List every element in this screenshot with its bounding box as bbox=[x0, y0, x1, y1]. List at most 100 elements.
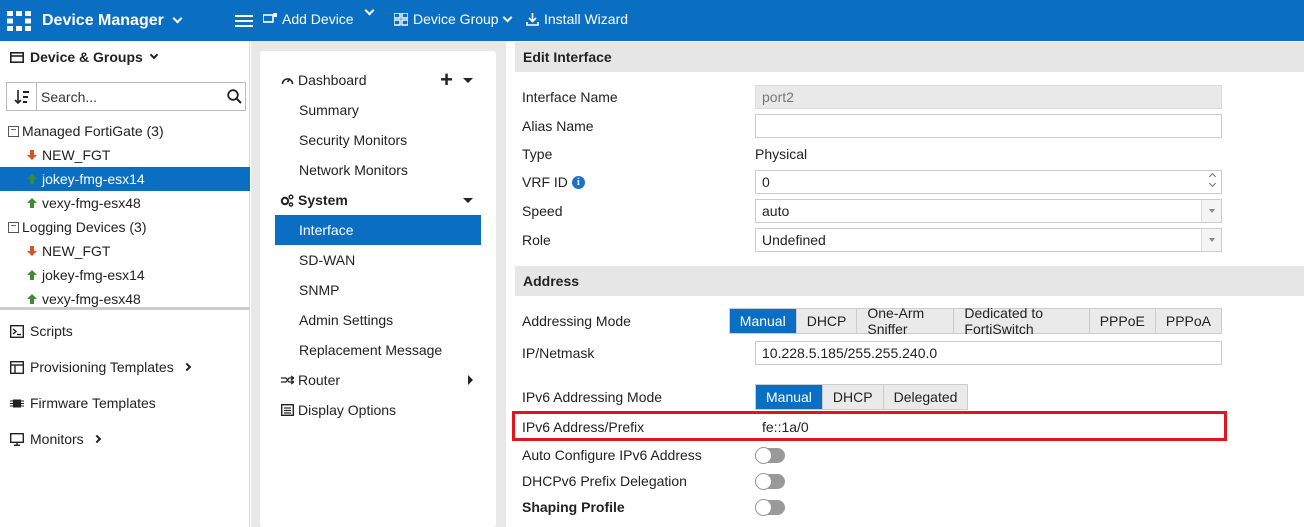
alias-name-row: Alias Name bbox=[522, 113, 1222, 139]
tree-device[interactable]: jokey-fmg-esx14 bbox=[0, 167, 250, 191]
addressing-mode-manual[interactable]: Manual bbox=[729, 309, 797, 333]
speed-label: Speed bbox=[522, 203, 563, 219]
addressing-mode-dhcp[interactable]: DHCP bbox=[796, 309, 858, 333]
menu-system[interactable]: System bbox=[275, 185, 481, 215]
ip-netmask-field[interactable]: 10.228.5.185/255.255.240.0 bbox=[755, 341, 1222, 365]
left-nav: Scripts Provisioning Templates Firmware Te… bbox=[0, 313, 250, 457]
collapse-icon[interactable]: − bbox=[8, 221, 19, 233]
search-icon[interactable] bbox=[223, 89, 245, 104]
tree-item-label: vexy-fmg-esx48 bbox=[42, 291, 141, 307]
tree-group[interactable]: − Logging Devices (3) bbox=[0, 215, 250, 239]
speed-select[interactable]: auto bbox=[755, 199, 1222, 223]
dashboard-icon bbox=[280, 74, 294, 86]
tree-item-label: Managed FortiGate (3) bbox=[22, 123, 164, 139]
panel-divider[interactable] bbox=[0, 307, 250, 310]
highlight-box bbox=[512, 411, 1227, 441]
shaping-profile-toggle[interactable] bbox=[755, 498, 785, 516]
menu-replacement-message-label: Replacement Message bbox=[299, 342, 443, 358]
add-device-dropdown[interactable] bbox=[364, 5, 375, 16]
interface-name-row: Interface Name port2 bbox=[522, 84, 1222, 110]
vrf-id-value: 0 bbox=[762, 174, 770, 190]
menu-router[interactable]: Router bbox=[275, 365, 481, 395]
edit-interface-header: Edit Interface bbox=[515, 42, 1304, 72]
menu-summary-label: Summary bbox=[299, 102, 359, 118]
addressing-mode-dedicated-to-fortiswitch[interactable]: Dedicated to FortiSwitch bbox=[954, 305, 1090, 337]
caret-down-icon[interactable] bbox=[463, 77, 473, 83]
sort-button[interactable] bbox=[7, 83, 37, 110]
ipv6-addressing-mode-row: IPv6 Addressing Mode Manual DHCP Delegated bbox=[522, 384, 1222, 410]
status-up-arrow-icon bbox=[27, 270, 37, 280]
ip-netmask-value: 10.228.5.185/255.255.240.0 bbox=[762, 345, 938, 361]
menu-admin-settings[interactable]: Admin Settings bbox=[275, 305, 481, 335]
alias-name-field[interactable] bbox=[755, 114, 1222, 138]
top-bar: Device Manager Add Device Device Group I… bbox=[0, 0, 1304, 41]
left-nav-scripts[interactable]: Scripts bbox=[0, 313, 250, 349]
tree-device[interactable]: jokey-fmg-esx14 bbox=[0, 263, 250, 287]
speed-value: auto bbox=[762, 203, 790, 219]
left-nav-provisioning-templates[interactable]: Provisioning Templates bbox=[0, 349, 250, 385]
edit-interface-title: Edit Interface bbox=[523, 49, 612, 65]
type-row: Type Physical bbox=[522, 141, 1222, 167]
menu-network-monitors[interactable]: Network Monitors bbox=[275, 155, 481, 185]
tree-device[interactable]: vexy-fmg-esx48 bbox=[0, 191, 250, 215]
dhcpv6-delegation-toggle[interactable] bbox=[755, 472, 785, 490]
info-icon[interactable]: i bbox=[571, 175, 585, 189]
ipv6-mode-dhcp[interactable]: DHCP bbox=[822, 385, 884, 409]
search-box bbox=[6, 82, 246, 111]
collapse-icon[interactable]: − bbox=[8, 125, 19, 137]
edit-interface-form: Edit Interface Interface Name port2 Alia… bbox=[507, 41, 1304, 527]
ip-netmask-label: IP/Netmask bbox=[522, 345, 595, 361]
tree-device[interactable]: NEW_FGT bbox=[0, 239, 250, 263]
chevron-down-icon bbox=[172, 13, 183, 24]
menu-summary[interactable]: Summary bbox=[275, 95, 481, 125]
tree-group[interactable]: − Managed FortiGate (3) bbox=[0, 119, 250, 143]
menu-security-monitors[interactable]: Security Monitors bbox=[275, 125, 481, 155]
menu-admin-settings-label: Admin Settings bbox=[299, 312, 394, 328]
menu-sdwan-label: SD-WAN bbox=[299, 252, 356, 268]
left-nav-firmware-templates[interactable]: Firmware Templates bbox=[0, 385, 250, 421]
left-nav-label: Scripts bbox=[30, 323, 73, 339]
role-select[interactable]: Undefined bbox=[755, 228, 1222, 252]
chevron-down-icon bbox=[149, 50, 159, 60]
menu-dashboard[interactable]: Dashboard + bbox=[275, 65, 481, 95]
left-nav-monitors[interactable]: Monitors bbox=[0, 421, 250, 457]
addressing-mode-pppoe[interactable]: PPPoE bbox=[1089, 309, 1156, 333]
menu-snmp[interactable]: SNMP bbox=[275, 275, 481, 305]
auto-ipv6-row: Auto Configure IPv6 Address bbox=[522, 442, 1222, 468]
ipv6-mode-delegated[interactable]: Delegated bbox=[883, 385, 968, 409]
addressing-mode-one-arm-sniffer[interactable]: One-Arm Sniffer bbox=[857, 305, 955, 337]
tree-item-label: NEW_FGT bbox=[42, 243, 111, 259]
add-device-label: Add Device bbox=[282, 11, 354, 27]
add-device-button[interactable]: Add Device bbox=[263, 11, 354, 27]
fortinet-logo-icon[interactable] bbox=[6, 10, 32, 32]
vrf-id-stepper[interactable]: 0 bbox=[755, 170, 1222, 194]
speed-row: Speed auto bbox=[522, 198, 1222, 224]
tree-device[interactable]: NEW_FGT bbox=[0, 143, 250, 167]
tree-item-label: vexy-fmg-esx48 bbox=[42, 195, 141, 211]
tree-item-label: jokey-fmg-esx14 bbox=[42, 267, 145, 283]
menu-display-options[interactable]: Display Options bbox=[275, 395, 481, 425]
device-tree-panel: Device & Groups −Managed FortiGate (3)NE… bbox=[0, 41, 250, 527]
addressing-mode-pppoa[interactable]: PPPoA bbox=[1155, 309, 1221, 333]
menu-interface[interactable]: Interface bbox=[275, 215, 481, 245]
ipv6-mode-manual[interactable]: Manual bbox=[756, 385, 823, 409]
install-wizard-button[interactable]: Install Wizard bbox=[526, 11, 628, 27]
add-dashboard-icon[interactable]: + bbox=[440, 69, 453, 91]
app-switcher[interactable]: Device Manager bbox=[42, 12, 183, 30]
menu-display-options-label: Display Options bbox=[298, 402, 397, 418]
menu-replacement-message[interactable]: Replacement Message bbox=[275, 335, 481, 365]
sort-icon bbox=[13, 89, 29, 104]
menu-icon[interactable] bbox=[234, 14, 253, 27]
menu-sdwan[interactable]: SD-WAN bbox=[275, 245, 481, 275]
ip-netmask-row: IP/Netmask 10.228.5.185/255.255.240.0 bbox=[522, 340, 1222, 366]
search-input[interactable] bbox=[37, 84, 223, 109]
ipv6-addressing-mode-label: IPv6 Addressing Mode bbox=[522, 389, 663, 405]
stepper-arrows-icon[interactable] bbox=[1208, 172, 1217, 188]
device-add-icon bbox=[263, 13, 277, 23]
role-label: Role bbox=[522, 232, 551, 248]
status-down-arrow-icon bbox=[27, 150, 37, 160]
menu-security-monitors-label: Security Monitors bbox=[299, 132, 408, 148]
device-group-button[interactable]: Device Group bbox=[394, 11, 513, 27]
auto-ipv6-toggle[interactable] bbox=[755, 446, 785, 464]
device-groups-dropdown[interactable]: Device & Groups bbox=[10, 49, 159, 65]
